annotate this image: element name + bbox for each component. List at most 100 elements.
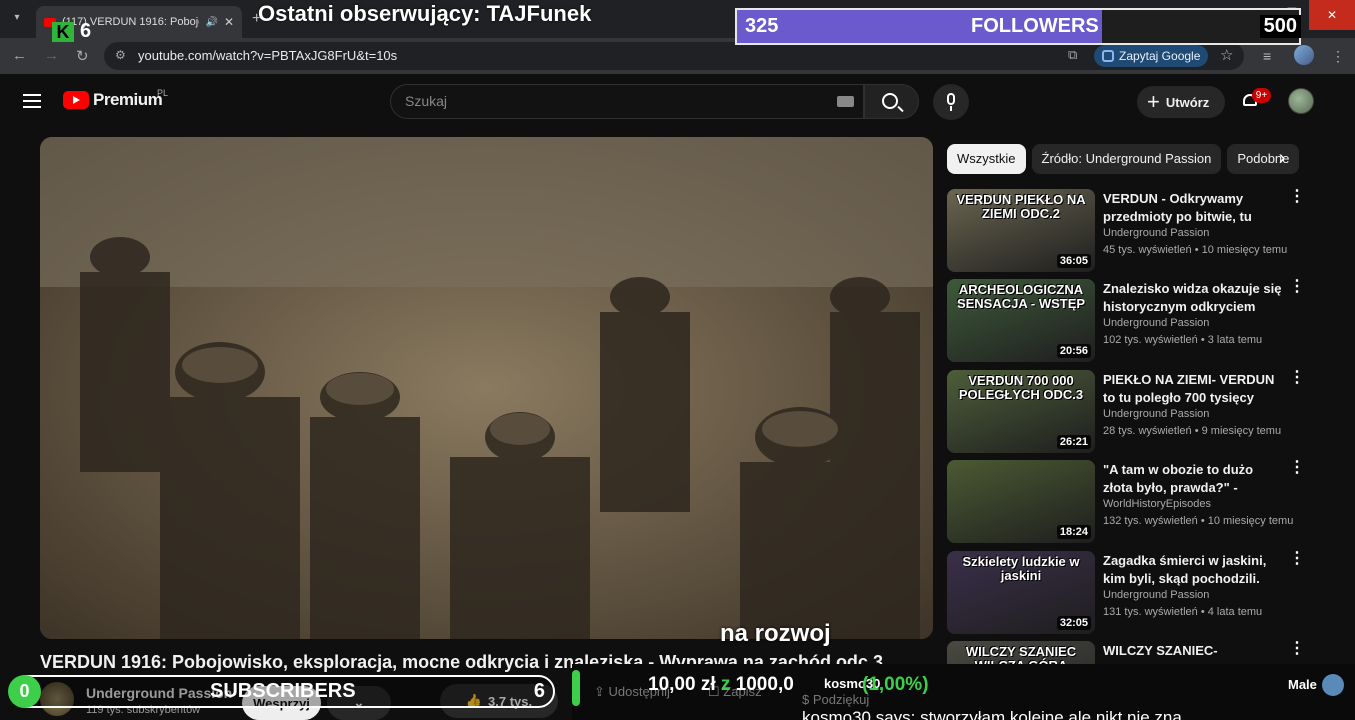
tab-search-button[interactable]: ▾ [6, 8, 28, 28]
male-label: Male [1288, 677, 1317, 692]
recommended-channel[interactable]: Underground Passion [1103, 317, 1209, 329]
recommended-item[interactable]: Szkielety ludzkie w jaskini 32:05 Zagadka … [947, 551, 1307, 635]
install-app-icon[interactable]: ⧉ [1068, 47, 1077, 63]
recommended-title[interactable]: VERDUN - Odkrywamy przedmioty po bitwie,… [1103, 190, 1283, 226]
donation-of: z [720, 674, 731, 695]
url-text[interactable]: youtube.com/watch?v=PBTAxJG8FrU&t=10s [138, 48, 397, 63]
more-actions-icon[interactable]: ⋮ [1289, 551, 1305, 567]
browser-menu-icon[interactable]: ⋮ [1331, 48, 1345, 65]
duration-badge: 32:05 [1056, 616, 1091, 630]
voice-search-button[interactable] [933, 84, 969, 120]
duration-badge: 36:05 [1056, 254, 1091, 268]
kick-count: 6 [80, 20, 92, 42]
country-code: PL [157, 88, 169, 98]
donation-goal: 1000,0 [735, 674, 794, 695]
thanks-button[interactable]: $ Podziękuj [802, 692, 869, 707]
account-avatar[interactable] [1288, 88, 1314, 114]
guide-menu-icon[interactable] [23, 94, 41, 108]
recommended-meta: 132 tys. wyświetleń • 10 miesięcy temu [1103, 515, 1294, 527]
thumbnail-text: ARCHEOLOGICZNA SENSACJA - WSTĘP [956, 282, 1086, 311]
more-actions-icon[interactable]: ⋮ [1289, 460, 1305, 476]
reload-button[interactable]: ↻ [76, 47, 89, 65]
more-actions-icon[interactable]: ⋮ [1289, 279, 1305, 295]
followers-goal: 500 [1259, 15, 1301, 38]
followers-goal-bar: 325 FOLLOWERS 500 [735, 8, 1301, 45]
video-thumbnail[interactable]: 18:24 [947, 460, 1095, 543]
search-button[interactable] [864, 84, 919, 119]
subscribers-goal-overlay: 0 SUBSCRIBERS 6 [8, 675, 555, 708]
more-actions-icon[interactable]: ⋮ [1289, 641, 1305, 657]
address-bar[interactable]: ⚙ youtube.com/watch?v=PBTAxJG8FrU&t=10s … [104, 42, 1244, 70]
search-box [390, 84, 864, 119]
recommended-item[interactable]: 18:24 "A tam w obozie to dużo złota było,… [947, 460, 1307, 544]
male-avatar [1322, 674, 1344, 696]
recommended-title[interactable]: PIEKŁO NA ZIEMI- VERDUN to tu poległo 70… [1103, 371, 1283, 407]
recommended-item[interactable]: VERDUN PIEKŁO NA ZIEMI ODC.2 36:05 VERDUN … [947, 189, 1307, 273]
recommended-meta: 131 tys. wyświetleń • 4 lata temu [1103, 606, 1263, 618]
donation-amount-line: 10,00 zł z 1000,0 [648, 674, 794, 696]
media-controls-icon[interactable]: ≡ [1263, 48, 1271, 64]
subscribers-count: 0 [8, 675, 41, 708]
recommended-channel[interactable]: WorldHistoryEpisodes [1103, 498, 1211, 510]
recommended-channel[interactable]: Underground Passion [1103, 227, 1209, 239]
screen: { "browser": { "tab_title": "(117) VERDU… [0, 0, 1355, 720]
donation-percent: (1,00%) [862, 674, 929, 695]
recommended-title[interactable]: Znalezisko widza okazuje się historyczny… [1103, 280, 1283, 316]
video-thumbnail[interactable]: Szkielety ludzkie w jaskini 32:05 [947, 551, 1095, 634]
create-button[interactable]: + Utwórz [1137, 86, 1225, 118]
subscribers-goal: 6 [533, 680, 545, 702]
microphone-icon [947, 93, 955, 105]
last-follower-overlay: Ostatni obserwujący: TAJFunek [258, 1, 592, 26]
back-button[interactable]: ← [12, 47, 27, 64]
notification-count-badge: 9+ [1252, 88, 1271, 103]
profile-avatar[interactable] [1294, 45, 1314, 65]
lens-icon [1102, 50, 1114, 62]
ask-google-label: Zapytaj Google [1119, 49, 1201, 63]
chip-all[interactable]: Wszystkie [947, 144, 1026, 174]
youtube-play-icon [63, 91, 89, 109]
stream-caption: na rozwoj [720, 620, 831, 647]
chip-source[interactable]: Źródło: Underground Passion [1031, 144, 1222, 174]
recommended-meta: 102 tys. wyświetleń • 3 lata temu [1103, 334, 1263, 346]
plus-icon: + [1147, 89, 1160, 114]
logo-text: Premium [93, 90, 163, 109]
goal-indicator [572, 670, 580, 706]
duration-badge: 26:21 [1056, 435, 1091, 449]
video-thumbnail[interactable]: ARCHEOLOGICZNA SENSACJA - WSTĘP 20:56 [947, 279, 1095, 362]
followers-current: 325 [745, 15, 779, 37]
more-actions-icon[interactable]: ⋮ [1289, 189, 1305, 205]
thumbnail-text: VERDUN 700 000 POLEGŁYCH ODC.3 [958, 373, 1084, 402]
followers-label: FOLLOWERS [971, 15, 1099, 37]
recommended-title[interactable]: Zagadka śmierci w jaskini, kim byli, ską… [1103, 552, 1283, 588]
forward-button[interactable]: → [44, 47, 59, 64]
site-info-icon[interactable]: ⚙ [115, 48, 126, 62]
more-actions-icon[interactable]: ⋮ [1289, 370, 1305, 386]
recommended-meta: 45 tys. wyświetleń • 10 miesięcy temu [1103, 244, 1288, 256]
duration-badge: 20:56 [1056, 344, 1091, 358]
thumbnail-text: VERDUN PIEKŁO NA ZIEMI ODC.2 [956, 192, 1086, 221]
recommended-item[interactable]: ARCHEOLOGICZNA SENSACJA - WSTĘP 20:56 Znal… [947, 279, 1307, 363]
video-thumbnail[interactable]: VERDUN 700 000 POLEGŁYCH ODC.3 26:21 [947, 370, 1095, 453]
keyboard-icon[interactable] [837, 96, 854, 107]
recommended-item[interactable]: VERDUN 700 000 POLEGŁYCH ODC.3 26:21 PIEKŁ… [947, 370, 1307, 454]
donation-goal-overlay: ⇪ Udostępnij ☐ Zapisz $ Podziękuj 10,00 … [572, 664, 1355, 720]
recommended-channel[interactable]: Underground Passion [1103, 589, 1209, 601]
recommended-meta: 28 tys. wyświetleń • 9 miesięcy temu [1103, 425, 1282, 437]
speaker-icon[interactable]: 🔊 [205, 17, 217, 28]
search-input[interactable] [405, 93, 815, 109]
recommended-title[interactable]: "A tam w obozie to dużo złota było, praw… [1103, 461, 1283, 497]
close-tab-icon[interactable]: ✕ [224, 15, 234, 29]
chevron-right-icon[interactable]: › [1270, 147, 1294, 171]
donation-message: kosmo30 says: stworzyłam kolejne ale nik… [802, 708, 1182, 720]
video-thumbnail[interactable]: VERDUN PIEKŁO NA ZIEMI ODC.2 36:05 [947, 189, 1095, 272]
thumbnail-text: Szkielety ludzkie w jaskini [962, 554, 1080, 583]
subscribers-label: SUBSCRIBERS [210, 680, 356, 702]
recommended-channel[interactable]: Underground Passion [1103, 408, 1209, 420]
bookmark-star-icon[interactable]: ☆ [1220, 46, 1233, 64]
youtube-premium-logo[interactable]: Premium PL [63, 88, 168, 110]
ask-google-button[interactable]: Zapytaj Google [1094, 45, 1209, 67]
window-close-button[interactable]: ✕ [1309, 0, 1355, 30]
search-icon [882, 93, 898, 109]
video-player[interactable] [40, 137, 933, 639]
donation-amount: 10,00 zł [648, 674, 716, 695]
